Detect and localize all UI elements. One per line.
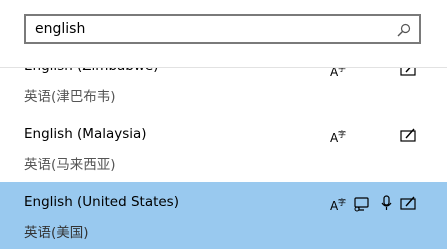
language-item-united-states[interactable]: English (United States) 英语(美国) A字 bbox=[0, 182, 447, 249]
search-icon[interactable] bbox=[397, 22, 411, 37]
language-item-malaysia[interactable]: English (Malaysia) 英语(马来西亚) A字 bbox=[0, 114, 447, 181]
svg-text:字: 字 bbox=[338, 197, 346, 207]
language-native-name: 英语(津巴布韦) bbox=[24, 89, 116, 105]
handwriting-icon bbox=[400, 195, 418, 211]
language-native-name: 英语(美国) bbox=[24, 225, 89, 241]
display-language-icon: A字 bbox=[330, 197, 348, 213]
text-to-speech-icon bbox=[353, 196, 371, 212]
speech-recognition-icon bbox=[378, 195, 396, 211]
search-box[interactable] bbox=[24, 14, 421, 44]
search-area bbox=[0, 0, 447, 68]
language-name: English (Malaysia) bbox=[24, 126, 147, 142]
language-name: English (United States) bbox=[24, 194, 179, 210]
handwriting-icon bbox=[400, 127, 418, 143]
svg-text:字: 字 bbox=[338, 129, 346, 139]
language-native-name: 英语(马来西亚) bbox=[24, 157, 116, 173]
display-language-icon: A字 bbox=[330, 129, 348, 145]
search-input[interactable] bbox=[35, 16, 395, 42]
